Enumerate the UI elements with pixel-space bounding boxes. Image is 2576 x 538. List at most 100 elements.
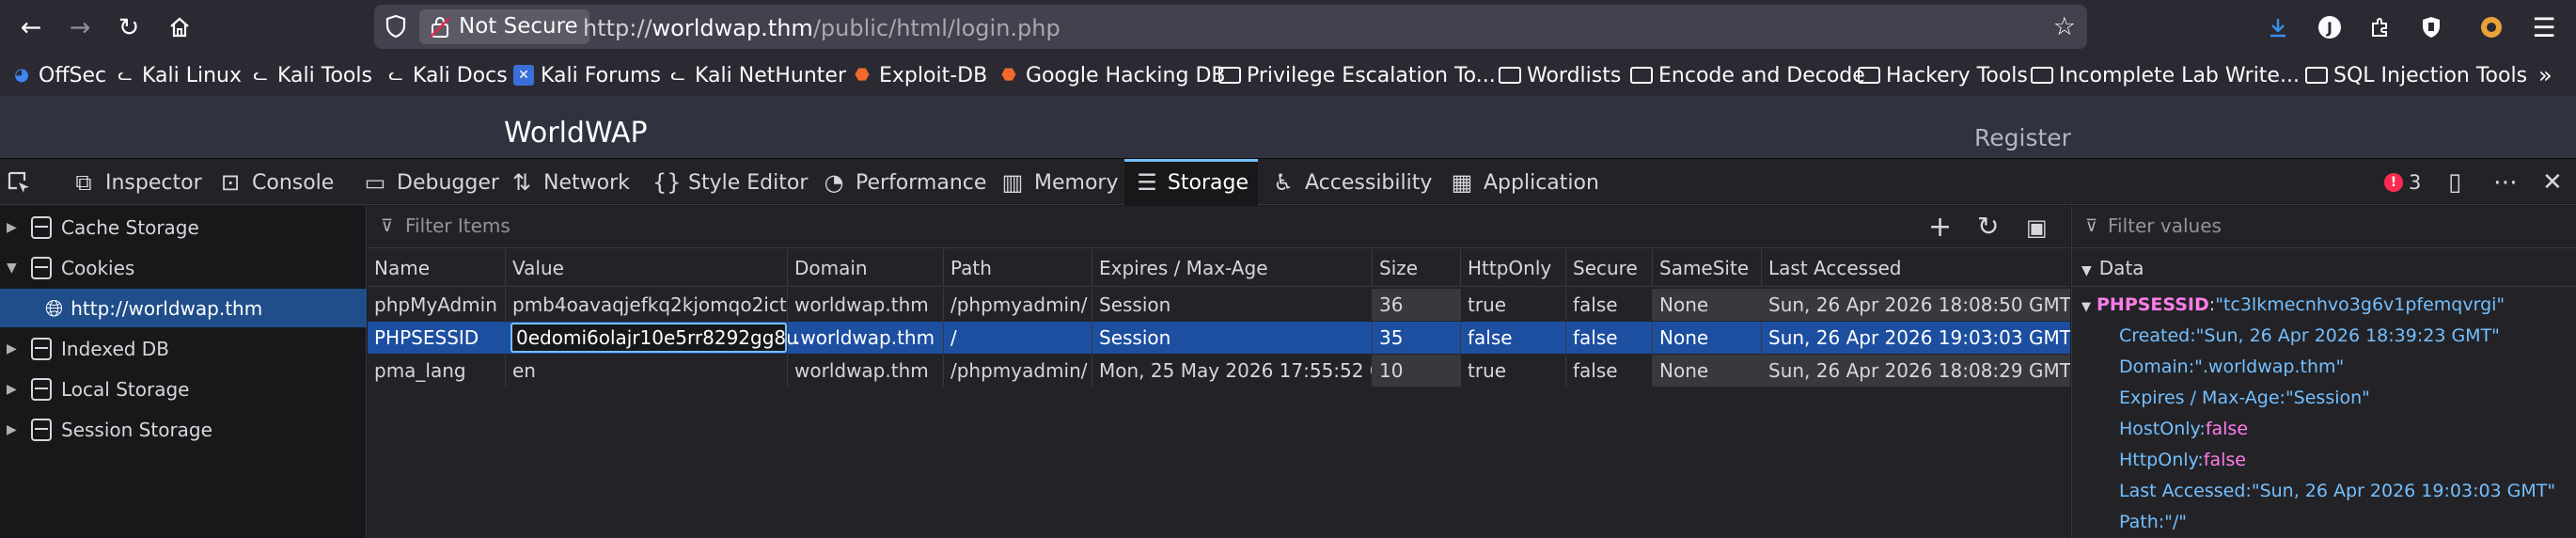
cell-last-accessed[interactable]: Sun, 26 Apr 2026 18:08:50 GMT	[1761, 289, 2070, 321]
bookmark-kali-forums[interactable]: ✕ Kali Forums	[513, 62, 661, 88]
tab-storage[interactable]: ☰ Storage	[1124, 159, 1258, 206]
table-row-selected[interactable]: PHPSESSID 0edomi6olajr10e5rr8292gg8u .wo…	[368, 322, 2070, 354]
close-devtools-icon[interactable]: ✕	[2542, 168, 2563, 197]
extension-j-icon[interactable]: J	[2315, 12, 2345, 42]
url-text[interactable]: http://worldwap.thm/public/html/login.ph…	[583, 15, 1060, 41]
detail-cookie-row[interactable]: ▼ PHPSESSID:"tc3lkmecnhvo3g6v1pfemqvrgi"	[2081, 294, 2505, 315]
col-name[interactable]: Name	[368, 249, 505, 287]
detail-row[interactable]: HostOnly:false	[2119, 419, 2248, 439]
url-bar[interactable]: Not Secure http://worldwap.thm/public/ht…	[374, 5, 2087, 49]
not-secure-badge[interactable]: Not Secure	[419, 9, 589, 44]
tab-style-editor[interactable]: {} Style Editor	[643, 159, 817, 206]
tab-memory[interactable]: ▥ Memory	[989, 159, 1127, 206]
tab-network[interactable]: ⇅ Network	[498, 159, 639, 206]
filter-items-input[interactable]: Filter Items	[405, 214, 510, 237]
bookmark-folder-privilege-escalation[interactable]: Privilege Escalation To...	[1218, 62, 1496, 88]
tree-item-session-storage[interactable]: ▶ Session Storage	[0, 410, 367, 449]
col-secure[interactable]: Secure	[1565, 249, 1652, 287]
cell-path[interactable]: /	[943, 322, 1092, 354]
register-link[interactable]: Register	[1974, 124, 2071, 151]
tab-console[interactable]: ⊡ Console	[207, 159, 343, 206]
forward-button[interactable]: →	[62, 9, 98, 45]
add-item-icon[interactable]: +	[1928, 211, 1952, 244]
bookmark-folder-wordlists[interactable]: Wordlists	[1499, 62, 1621, 88]
cell-secure[interactable]: false	[1565, 322, 1652, 354]
detail-row[interactable]: Expires / Max-Age:"Session"	[2119, 388, 2370, 408]
cell-value[interactable]: pmb4oavaqjefkq2kjomqo2icte	[505, 289, 787, 321]
bookmark-star-icon[interactable]: ☆	[2053, 12, 2076, 41]
cell-domain[interactable]: worldwap.thm	[787, 289, 943, 321]
bookmark-kali-docs[interactable]: ᓚ Kali Docs	[385, 62, 507, 88]
tab-application[interactable]: ▦ Application	[1438, 159, 1609, 206]
tab-debugger[interactable]: ▭ Debugger	[352, 159, 509, 206]
tree-item-local-storage[interactable]: ▶ Local Storage	[0, 370, 367, 408]
bookmark-kali-linux[interactable]: ᓚ Kali Linux	[115, 62, 242, 88]
cell-size[interactable]: 36	[1372, 289, 1460, 321]
detail-row[interactable]: Path:"/"	[2119, 512, 2187, 532]
element-picker-button[interactable]	[6, 159, 45, 206]
cell-path[interactable]: /phpmyadmin/	[943, 289, 1092, 321]
cell-domain[interactable]: .worldwap.thm	[787, 322, 943, 354]
downloads-icon[interactable]	[2263, 12, 2293, 42]
col-last-accessed[interactable]: Last Accessed	[1761, 249, 2070, 287]
tab-performance[interactable]: ◔ Performance	[810, 159, 996, 206]
back-button[interactable]: ←	[13, 9, 49, 45]
cell-samesite[interactable]: None	[1652, 322, 1761, 354]
cell-httponly[interactable]: true	[1460, 355, 1565, 387]
col-value[interactable]: Value	[505, 249, 787, 287]
cell-name[interactable]: pma_lang	[368, 355, 505, 387]
tree-item-cache-storage[interactable]: ▶ Cache Storage	[0, 208, 367, 246]
dock-side-icon[interactable]: ▯	[2448, 168, 2461, 197]
cell-secure[interactable]: false	[1565, 355, 1652, 387]
tree-item-worldwap-host[interactable]: 🌐︎ http://worldwap.thm	[0, 289, 367, 327]
detail-row[interactable]: HttpOnly:false	[2119, 450, 2246, 470]
cell-domain[interactable]: worldwap.thm	[787, 355, 943, 387]
shield-icon[interactable]	[385, 14, 406, 44]
cell-secure[interactable]: false	[1565, 289, 1652, 321]
cell-value[interactable]: en	[505, 355, 787, 387]
more-options-icon[interactable]: ⋯	[2493, 168, 2518, 197]
filter-values-input[interactable]: Filter values	[2108, 214, 2222, 237]
bookmark-folder-incomplete-lab[interactable]: Incomplete Lab Write...	[2031, 62, 2300, 88]
cell-value-editor[interactable]: 0edomi6olajr10e5rr8292gg8u	[510, 323, 798, 353]
cell-name[interactable]: PHPSESSID	[368, 322, 505, 354]
cell-httponly[interactable]: false	[1460, 322, 1565, 354]
bookmark-kali-nethunter[interactable]: ᓚ Kali NetHunter	[668, 62, 846, 88]
bookmark-google-hacking-db[interactable]: ⬣ Google Hacking DB	[998, 62, 1225, 88]
table-row[interactable]: phpMyAdmin pmb4oavaqjefkq2kjomqo2icte wo…	[368, 289, 2070, 321]
bookmark-kali-tools[interactable]: ᓚ Kali Tools	[250, 62, 372, 88]
tree-item-cookies[interactable]: ▼ Cookies	[0, 248, 367, 287]
cell-httponly[interactable]: true	[1460, 289, 1565, 321]
bookmark-offsec[interactable]: ◕ OffSec	[11, 62, 106, 88]
col-path[interactable]: Path	[943, 249, 1092, 287]
cell-samesite[interactable]: None	[1652, 355, 1761, 387]
bookmarks-overflow-chevron-icon[interactable]: »	[2538, 62, 2552, 88]
refresh-icon[interactable]: ↻	[1977, 211, 1999, 242]
ublock-shield-icon[interactable]	[2416, 12, 2446, 42]
col-httponly[interactable]: HttpOnly	[1460, 249, 1565, 287]
cell-samesite[interactable]: None	[1652, 289, 1761, 321]
foxyproxy-icon[interactable]	[2476, 12, 2506, 42]
col-domain[interactable]: Domain	[787, 249, 943, 287]
bookmark-exploit-db[interactable]: ⬣ Exploit-DB	[852, 62, 987, 88]
home-button[interactable]	[162, 9, 197, 45]
bookmark-folder-sql-injection[interactable]: SQL Injection Tools	[2305, 62, 2527, 88]
bookmark-folder-encode-decode[interactable]: Encode and Decode	[1630, 62, 1865, 88]
col-samesite[interactable]: SameSite	[1652, 249, 1761, 287]
cell-path[interactable]: /phpmyadmin/	[943, 355, 1092, 387]
detail-row[interactable]: Last Accessed:"Sun, 26 Apr 2026 19:03:03…	[2119, 481, 2555, 501]
cell-expires[interactable]: Session	[1092, 289, 1372, 321]
app-menu-icon[interactable]: ☰	[2529, 12, 2559, 43]
reload-button[interactable]: ↻	[111, 9, 147, 45]
detail-row[interactable]: Created:"Sun, 26 Apr 2026 18:39:23 GMT"	[2119, 325, 2500, 346]
toggle-sidebar-icon[interactable]: ▣	[2026, 214, 2048, 241]
tab-inspector[interactable]: ⧉ Inspector	[60, 159, 212, 206]
cell-expires[interactable]: Session	[1092, 322, 1372, 354]
col-expires[interactable]: Expires / Max-Age	[1092, 249, 1372, 287]
detail-row[interactable]: Domain:".worldwap.thm"	[2119, 356, 2344, 377]
table-row[interactable]: pma_lang en worldwap.thm /phpmyadmin/ Mo…	[368, 355, 2070, 387]
cell-last-accessed[interactable]: Sun, 26 Apr 2026 18:08:29 GMT	[1761, 355, 2070, 387]
bookmark-folder-hackery-tools[interactable]: Hackery Tools	[1858, 62, 2028, 88]
data-section-header[interactable]: ▼ Data	[2072, 249, 2576, 287]
cell-size[interactable]: 35	[1372, 322, 1460, 354]
